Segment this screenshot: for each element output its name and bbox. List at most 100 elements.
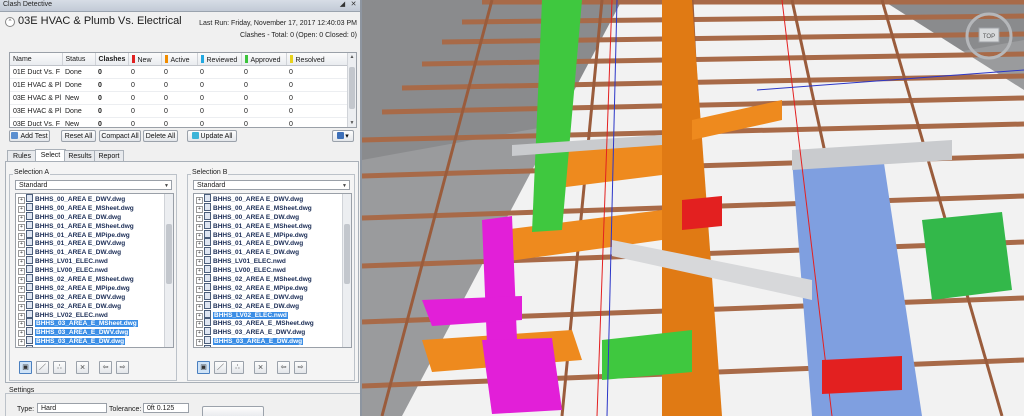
tree-item[interactable]: + BHHS_01_AREA E_MPipe.dwg: [16, 229, 173, 240]
points-icon[interactable]: ∴: [231, 361, 244, 374]
table-row[interactable]: 03E HVAC & Pl New 0 0 0 0 0 0: [10, 91, 348, 105]
tree-item[interactable]: + BHHS_01_AREA E_DW.dwg: [16, 247, 173, 258]
selection-a-scrollbar[interactable]: [164, 194, 173, 347]
tree-item[interactable]: +BHHS_03_AREA E_DWV.dwg: [194, 345, 351, 348]
col-reviewed[interactable]: Reviewed: [197, 53, 242, 66]
cell-resolved: 0: [286, 117, 348, 127]
tree-item[interactable]: + BHHS_02_AREA E_DW.dwg: [16, 300, 173, 311]
tolerance-input[interactable]: 0ft 0.125: [143, 403, 189, 413]
tree-item[interactable]: + BHHS_03_AREA_E_DWV.dwg: [194, 327, 351, 338]
tree-item[interactable]: + BHHS_LV01_ELEC.nwd: [16, 256, 173, 267]
clash-detective-panel: Clash Detective ◢ ✕ ^ 03E HVAC & Plumb V…: [0, 0, 362, 416]
col-resolved[interactable]: Resolved: [286, 53, 349, 66]
self-intersect-icon[interactable]: ⨯: [76, 361, 89, 374]
tree-item[interactable]: + BHHS_02_AREA E_MSheet.dwg: [194, 274, 351, 285]
3d-viewport[interactable]: TOP: [362, 0, 1024, 416]
tree-item[interactable]: + BHHS_01_AREA E_DWV.dwg: [16, 238, 173, 249]
cell-status: Done: [62, 65, 95, 79]
tree-item[interactable]: + BHHS_LV00_ELEC.nwd: [16, 265, 173, 276]
reset-all-button[interactable]: Reset All: [61, 130, 96, 142]
tree-item[interactable]: + BHHS_LV01_ELEC.nwd: [194, 256, 351, 267]
tree-item[interactable]: + BHHS_02_AREA E_MSheet.dwg: [16, 274, 173, 285]
selection-a-tree[interactable]: + BHHS_00_AREA E_DWV.dwg + BHHS_00_AREA E_M…: [15, 193, 174, 348]
tree-item[interactable]: +BHHS_03_AREA E_MPipe.dwg: [16, 345, 173, 347]
update-all-button[interactable]: Update All: [187, 130, 237, 142]
select-in-scene-icon[interactable]: ⇨: [116, 361, 129, 374]
type-dropdown[interactable]: Hard: [37, 403, 107, 413]
auto-hide-icon[interactable]: ◢: [338, 0, 347, 9]
points-icon[interactable]: ∴: [53, 361, 66, 374]
file-icon: [204, 274, 211, 283]
tree-item[interactable]: + BHHS_02_AREA E_MPipe.dwg: [16, 282, 173, 293]
reviewed-swatch: [200, 54, 204, 63]
surfaces-icon[interactable]: ▣: [197, 361, 210, 374]
add-test-button[interactable]: Add Test: [9, 130, 50, 142]
run-test-button[interactable]: [202, 406, 264, 416]
import-export-button[interactable]: ▾: [332, 130, 354, 142]
tree-item[interactable]: + BHHS_LV02_ELEC.nwd: [16, 309, 173, 320]
surfaces-icon[interactable]: ▣: [19, 361, 32, 374]
lines-icon[interactable]: ／: [214, 361, 227, 374]
close-icon[interactable]: ✕: [349, 0, 358, 9]
table-row[interactable]: 01E Duct Vs. F Done 0 0 0 0 0 0: [10, 65, 348, 79]
selection-b-dropdown[interactable]: Standard ▼: [193, 180, 350, 190]
scroll-down-icon[interactable]: ▼: [348, 119, 356, 127]
tree-item[interactable]: + BHHS_02_AREA E_MPipe.dwg: [194, 282, 351, 293]
col-new[interactable]: New: [128, 53, 162, 66]
delete-all-button[interactable]: Delete All: [143, 130, 178, 142]
tree-item[interactable]: + BHHS_02_AREA E_DWV.dwg: [194, 291, 351, 302]
file-icon: [204, 309, 211, 318]
collapse-icon[interactable]: ^: [5, 17, 15, 27]
tree-item[interactable]: + BHHS_02_AREA E_DW.dwg: [194, 300, 351, 311]
selection-b-scrollbar[interactable]: [342, 194, 351, 347]
use-current-selection-icon[interactable]: ⇦: [277, 361, 290, 374]
tree-item-label: BHHS_03_AREA E_DWV.dwg: [213, 347, 303, 348]
table-row[interactable]: 03E Duct Vs. F New 0 0 0 0 0 0: [10, 117, 348, 127]
tree-item[interactable]: + BHHS_01_AREA E_DW.dwg: [194, 247, 351, 258]
scroll-thumb[interactable]: [349, 67, 355, 109]
select-in-scene-icon[interactable]: ⇨: [294, 361, 307, 374]
cell-status: New: [62, 117, 95, 127]
table-row[interactable]: 03E HVAC & Pl Done 0 0 0 0 0 0: [10, 104, 348, 118]
tree-item[interactable]: + BHHS_01_AREA E_MSheet.dwg: [194, 220, 351, 231]
tree-item[interactable]: + BHHS_00_AREA E_MSheet.dwg: [16, 202, 173, 213]
cell-new: 0: [128, 104, 161, 118]
scroll-up-icon[interactable]: ▲: [348, 53, 356, 61]
view-cube[interactable]: TOP: [964, 6, 1014, 68]
table-row[interactable]: 01E HVAC & Pl Done 0 0 0 0 0 0: [10, 78, 348, 92]
tree-item[interactable]: + BHHS_00_AREA E_MSheet.dwg: [194, 202, 351, 213]
grid-scrollbar[interactable]: ▲ ▼: [347, 53, 356, 127]
tree-item[interactable]: + BHHS_03_AREA_E_MSheet.dwg: [194, 318, 351, 329]
file-icon: [204, 220, 211, 229]
selection-b-label: Selection B: [191, 169, 229, 176]
tree-item[interactable]: + BHHS_03_AREA_E_DW.dwg: [16, 336, 173, 347]
tree-item[interactable]: + BHHS_LV02_ELEC.nwd: [194, 309, 351, 320]
file-icon: [26, 220, 33, 229]
tree-item[interactable]: + BHHS_01_AREA E_DWV.dwg: [194, 238, 351, 249]
tree-item[interactable]: + BHHS_03_AREA_E_MSheet.dwg: [16, 318, 173, 329]
tree-item[interactable]: + BHHS_00_AREA E_DW.dwg: [16, 211, 173, 222]
tree-item[interactable]: + BHHS_03_AREA_E_DWV.dwg: [16, 327, 173, 338]
tree-item[interactable]: + BHHS_00_AREA E_DWV.dwg: [194, 194, 351, 204]
tree-item[interactable]: + BHHS_03_AREA_E_DW.dwg: [194, 336, 351, 347]
selection-b-tree[interactable]: + BHHS_00_AREA E_DWV.dwg + BHHS_00_AREA E_M…: [193, 193, 352, 348]
col-approved[interactable]: Approved: [241, 53, 287, 66]
col-active[interactable]: Active: [161, 53, 198, 66]
col-name[interactable]: Name: [10, 53, 63, 66]
self-intersect-icon[interactable]: ⨯: [254, 361, 267, 374]
tree-item[interactable]: + BHHS_01_AREA E_MPipe.dwg: [194, 229, 351, 240]
tree-item[interactable]: + BHHS_00_AREA E_DW.dwg: [194, 211, 351, 222]
file-icon: [26, 274, 33, 283]
tree-item[interactable]: + BHHS_01_AREA E_MSheet.dwg: [16, 220, 173, 231]
lines-icon[interactable]: ／: [36, 361, 49, 374]
use-current-selection-icon[interactable]: ⇦: [99, 361, 112, 374]
tree-item[interactable]: + BHHS_00_AREA E_DWV.dwg: [16, 194, 173, 204]
compact-all-button[interactable]: Compact All: [99, 130, 141, 142]
tree-item[interactable]: + BHHS_LV00_ELEC.nwd: [194, 265, 351, 276]
col-status[interactable]: Status: [62, 53, 96, 66]
selection-a-dropdown[interactable]: Standard ▼: [15, 180, 172, 190]
tree-item[interactable]: + BHHS_02_AREA E_DWV.dwg: [16, 291, 173, 302]
col-clashes[interactable]: Clashes: [95, 53, 129, 66]
cell-clashes: 0: [95, 65, 128, 79]
file-icon: [26, 318, 33, 327]
